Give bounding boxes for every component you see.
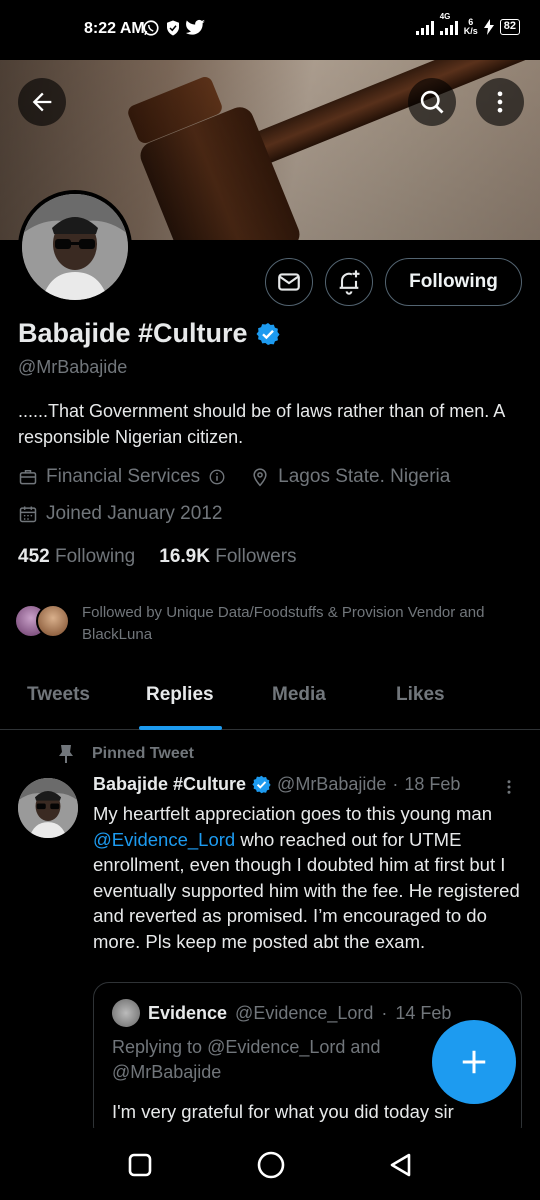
info-icon[interactable] — [208, 468, 226, 486]
followed-by-text: Followed by Unique Data/Foodstuffs & Pro… — [82, 604, 485, 643]
pinned-label: Pinned Tweet — [92, 745, 194, 762]
profile-handle: @MrBabajide — [18, 357, 128, 377]
verified-badge-icon — [252, 775, 271, 794]
follow-counts: 452 Following 16.9K Followers — [18, 546, 297, 568]
tweet-more-button[interactable] — [500, 776, 518, 803]
avatar-photo — [22, 194, 128, 300]
verified-badge-icon[interactable] — [256, 322, 280, 346]
mutual-avatars — [14, 602, 72, 640]
active-tab-indicator — [139, 726, 222, 730]
signal-4g-icon: 4G — [439, 13, 458, 35]
search-button[interactable] — [408, 78, 456, 126]
followed-by-row[interactable]: Followed by Unique Data/Foodstuffs & Pro… — [14, 602, 522, 646]
search-icon — [420, 90, 444, 114]
quote-author-name: Evidence — [148, 1002, 228, 1023]
calendar-icon — [19, 506, 37, 523]
compose-tweet-button[interactable] — [432, 1020, 516, 1104]
profile-category: Financial Services — [46, 466, 201, 487]
profile-location: Lagos State. Nigeria — [278, 466, 451, 487]
tab-replies[interactable]: Replies — [146, 684, 214, 706]
pin-icon — [59, 745, 73, 763]
shield-icon — [167, 20, 179, 36]
profile-meta-row-2: Joined January 2012 — [18, 503, 222, 525]
message-button[interactable] — [265, 258, 313, 306]
more-options-button[interactable] — [476, 78, 524, 126]
more-vertical-icon — [497, 91, 503, 113]
quote-replying-to: Replying to @Evidence_Lord and @MrBabaji… — [112, 1037, 381, 1082]
tweet-date: 18 Feb — [404, 774, 461, 794]
system-status-icons: 4G 6 K/s 82 — [415, 13, 520, 36]
mail-icon — [278, 273, 300, 291]
notifications-button[interactable] — [325, 258, 373, 306]
location-pin-icon — [253, 468, 267, 487]
home-circle-icon[interactable] — [256, 1150, 286, 1180]
tab-likes[interactable]: Likes — [396, 684, 445, 706]
quote-header: Evidence @Evidence_Lord · 14 Feb — [112, 999, 451, 1027]
status-time: 8:22 AM — [84, 20, 145, 37]
pinned-label-row: Pinned Tweet — [58, 744, 194, 764]
notification-icons — [142, 19, 206, 37]
quote-date: 14 Feb — [395, 1002, 452, 1023]
system-nav-bar — [0, 1128, 540, 1200]
tweet-header: Babajide #Culture @MrBabajide · 18 Feb — [93, 774, 461, 795]
mutual-avatar — [36, 604, 70, 638]
profile-tabs: Tweets Replies Media Likes — [0, 672, 540, 730]
tab-tweets[interactable]: Tweets — [27, 684, 90, 706]
battery-indicator: 82 — [499, 19, 520, 35]
profile-avatar[interactable] — [18, 190, 132, 304]
tweet-author-handle: @MrBabajide — [277, 774, 387, 794]
charging-icon — [483, 19, 494, 35]
signal-icon — [415, 19, 434, 35]
quote-text: I'm very grateful for what you did today… — [112, 1101, 454, 1122]
recents-square-icon[interactable] — [127, 1152, 153, 1178]
back-triangle-icon[interactable] — [387, 1151, 415, 1179]
following-button[interactable]: Following — [385, 258, 522, 306]
plus-icon — [462, 1050, 486, 1074]
quote-author-avatar — [112, 999, 140, 1027]
network-speed: 6 K/s — [463, 17, 478, 36]
profile-meta-row-1: Financial Services Lagos State. Nigeria — [18, 466, 450, 488]
back-button[interactable] — [18, 78, 66, 126]
status-bar: 8:22 AM 4G 6 K/s 82 — [0, 0, 540, 60]
profile-bio: ......That Government should be of laws … — [18, 401, 505, 447]
whatsapp-icon — [143, 20, 159, 36]
arrow-left-icon — [32, 92, 52, 112]
bell-plus-icon — [339, 270, 360, 295]
tweet-author-avatar[interactable] — [18, 778, 78, 838]
tab-media[interactable]: Media — [272, 684, 326, 706]
followers-count-link[interactable]: 16.9K Followers — [159, 546, 296, 568]
twitter-bird-icon — [186, 19, 206, 35]
briefcase-icon — [19, 470, 37, 485]
mention-link[interactable]: @Evidence_Lord — [93, 829, 235, 850]
more-vertical-icon — [507, 780, 511, 794]
quote-author-handle: @Evidence_Lord — [235, 1002, 374, 1023]
following-count-link[interactable]: 452 Following — [18, 546, 135, 568]
profile-name-row: Babajide #Culture — [18, 318, 280, 349]
profile-name: Babajide #Culture — [18, 318, 248, 348]
tweet-text: My heartfelt appreciation goes to this y… — [93, 803, 520, 952]
profile-joined: Joined January 2012 — [46, 503, 223, 524]
tweet-author-name[interactable]: Babajide #Culture — [93, 774, 246, 795]
